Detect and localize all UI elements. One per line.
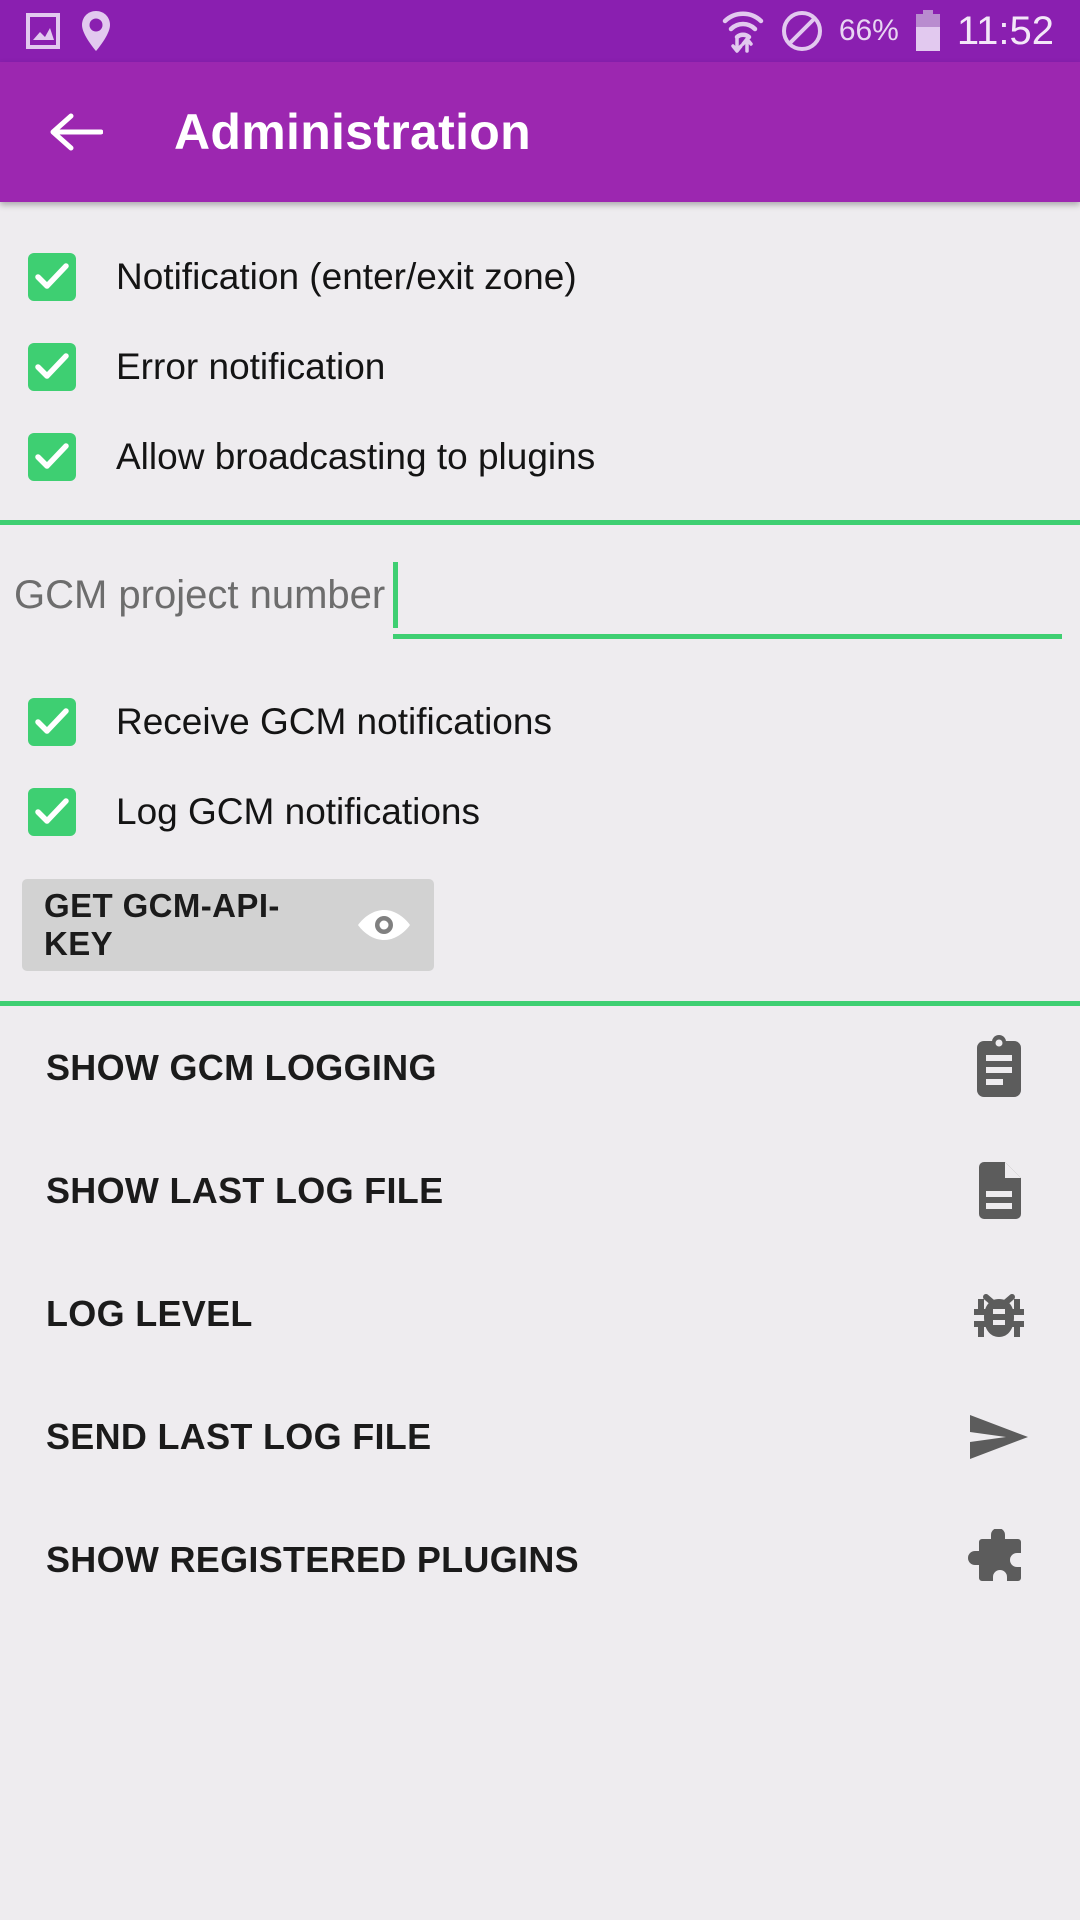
list-item-label: LOG LEVEL [46, 1292, 253, 1334]
list-item-label: SHOW REGISTERED PLUGINS [46, 1538, 579, 1580]
checkbox-label: Log GCM notifications [116, 791, 481, 832]
wifi-transfer-icon [721, 8, 765, 54]
list-item-show-last-log-file[interactable]: SHOW LAST LOG FILE [0, 1129, 1080, 1252]
checkbox-label: Error notification [116, 346, 386, 387]
do-not-disturb-icon [781, 10, 823, 52]
checkbox-label: Notification (enter/exit zone) [116, 256, 577, 297]
document-icon [964, 1156, 1034, 1226]
location-pin-icon [82, 11, 110, 51]
list-item-label: SHOW LAST LOG FILE [46, 1169, 444, 1211]
checkbox-label: Allow broadcasting to plugins [116, 436, 596, 477]
list-item-log-level[interactable]: LOG LEVEL [0, 1252, 1080, 1375]
text-caret [393, 562, 399, 628]
checkbox-label: Receive GCM notifications [116, 701, 552, 742]
status-bar: 66% 11:52 [0, 0, 1080, 62]
list-item-show-registered-plugins[interactable]: SHOW REGISTERED PLUGINS [0, 1498, 1080, 1621]
list-item-show-gcm-logging[interactable]: SHOW GCM LOGGING [0, 1006, 1080, 1129]
settings-content: Notification (enter/exit zone) Error not… [0, 202, 1080, 1621]
list-item-label: SEND LAST LOG FILE [46, 1415, 432, 1457]
eye-icon [356, 907, 412, 943]
battery-percent-label: 66% [838, 14, 899, 47]
page-title: Administration [174, 104, 531, 160]
back-arrow-icon[interactable] [44, 100, 108, 164]
gcm-project-number-input[interactable] [393, 551, 1062, 639]
checkbox-receive-gcm-notifications[interactable] [28, 698, 76, 746]
list-item-label: SHOW GCM LOGGING [46, 1046, 437, 1088]
status-bar-left [26, 11, 110, 51]
list-item-send-last-log-file[interactable]: SEND LAST LOG FILE [0, 1375, 1080, 1498]
gcm-project-number-row[interactable]: GCM project number [0, 525, 1080, 665]
checkbox-row-notification[interactable]: Notification (enter/exit zone) [0, 232, 1080, 322]
checkbox-row-receive-gcm[interactable]: Receive GCM notifications [0, 677, 1080, 767]
status-bar-right: 66% 11:52 [721, 8, 1054, 54]
checkbox-notification[interactable] [28, 253, 76, 301]
clipboard-icon [964, 1033, 1034, 1103]
screenshot-icon [26, 12, 60, 50]
gcm-project-number-label: GCM project number [14, 572, 386, 617]
battery-icon [915, 10, 941, 52]
app-bar: Administration [0, 62, 1080, 202]
get-gcm-api-key-label: GET GCM-API-KEY [44, 887, 280, 962]
send-arrow-icon [964, 1402, 1034, 1472]
status-bar-clock: 11:52 [956, 8, 1054, 53]
input-underline [393, 634, 1062, 639]
bug-icon [964, 1279, 1034, 1349]
puzzle-piece-icon [964, 1525, 1034, 1595]
checkbox-row-error-notification[interactable]: Error notification [0, 322, 1080, 412]
checkbox-allow-broadcasting[interactable] [28, 433, 76, 481]
checkbox-row-log-gcm[interactable]: Log GCM notifications [0, 767, 1080, 857]
checkbox-row-allow-broadcasting[interactable]: Allow broadcasting to plugins [0, 412, 1080, 502]
get-gcm-api-key-button[interactable]: GET GCM-API-KEY [22, 879, 434, 971]
checkbox-log-gcm-notifications[interactable] [28, 788, 76, 836]
checkbox-error-notification[interactable] [28, 343, 76, 391]
